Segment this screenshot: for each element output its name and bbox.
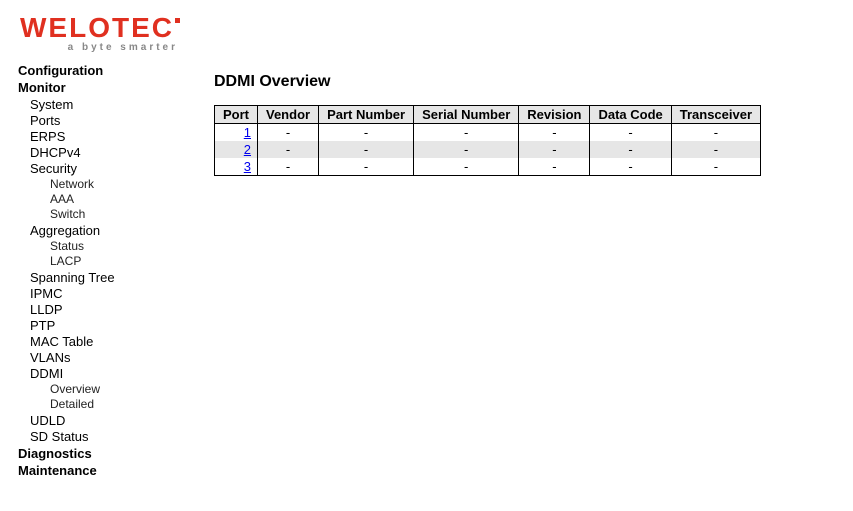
cell-data-code: - — [590, 158, 671, 176]
sidebar-item-lldp[interactable]: LLDP — [30, 302, 172, 317]
sidebar-item-ptp[interactable]: PTP — [30, 318, 172, 333]
cell-data-code: - — [590, 124, 671, 142]
sidebar-item-ports[interactable]: Ports — [30, 113, 172, 128]
cell-vendor: - — [258, 141, 319, 158]
cell-serial-number: - — [414, 124, 519, 142]
sidebar-item-udld[interactable]: UDLD — [30, 413, 172, 428]
cell-revision: - — [519, 141, 590, 158]
col-part-number: Part Number — [319, 106, 414, 124]
col-port: Port — [215, 106, 258, 124]
sidebar-item-dhcpv4[interactable]: DHCPv4 — [30, 145, 172, 160]
logo-text: WELOTEC a byte smarter — [20, 12, 180, 53]
cell-transceiver: - — [671, 158, 760, 176]
cell-vendor: - — [258, 124, 319, 142]
sidebar-item-mac-table[interactable]: MAC Table — [30, 334, 172, 349]
col-transceiver: Transceiver — [671, 106, 760, 124]
cell-part-number: - — [319, 158, 414, 176]
cell-revision: - — [519, 158, 590, 176]
col-serial-number: Serial Number — [414, 106, 519, 124]
main-content: DDMI Overview Port Vendor Part Number Se… — [180, 57, 853, 196]
sidebar-item-ddmi-overview[interactable]: Overview — [50, 382, 172, 396]
sidebar-item-security[interactable]: Security — [30, 161, 172, 176]
cell-revision: - — [519, 124, 590, 142]
cell-part-number: - — [319, 124, 414, 142]
cell-serial-number: - — [414, 141, 519, 158]
logo-area: WELOTEC a byte smarter — [0, 0, 853, 57]
port-link[interactable]: 2 — [244, 142, 251, 157]
sidebar-item-ipmc[interactable]: IPMC — [30, 286, 172, 301]
sidebar-item-aggregation[interactable]: Aggregation — [30, 223, 172, 238]
col-vendor: Vendor — [258, 106, 319, 124]
sidebar-item-aggregation-lacp[interactable]: LACP — [50, 254, 172, 268]
table-row: 2 - - - - - - — [215, 141, 761, 158]
cell-vendor: - — [258, 158, 319, 176]
sidebar-item-security-aaa[interactable]: AAA — [50, 192, 172, 206]
sidebar-item-diagnostics[interactable]: Diagnostics — [18, 446, 172, 461]
cell-data-code: - — [590, 141, 671, 158]
col-revision: Revision — [519, 106, 590, 124]
sidebar-item-security-switch[interactable]: Switch — [50, 207, 172, 221]
page-title: DDMI Overview — [214, 73, 833, 91]
cell-transceiver: - — [671, 124, 760, 142]
sidebar: Configuration Monitor System Ports ERPS … — [0, 57, 180, 500]
col-data-code: Data Code — [590, 106, 671, 124]
table-row: 3 - - - - - - — [215, 158, 761, 176]
ddmi-table: Port Vendor Part Number Serial Number Re… — [214, 105, 761, 176]
port-link[interactable]: 1 — [244, 125, 251, 140]
logo-dot-icon — [175, 18, 180, 23]
cell-serial-number: - — [414, 158, 519, 176]
sidebar-item-erps[interactable]: ERPS — [30, 129, 172, 144]
sidebar-item-maintenance[interactable]: Maintenance — [18, 463, 172, 478]
sidebar-item-ddmi[interactable]: DDMI — [30, 366, 172, 381]
logo-main: WELOTEC — [20, 12, 174, 43]
sidebar-item-vlans[interactable]: VLANs — [30, 350, 172, 365]
sidebar-item-sd-status[interactable]: SD Status — [30, 429, 172, 444]
cell-transceiver: - — [671, 141, 760, 158]
table-row: 1 - - - - - - — [215, 124, 761, 142]
sidebar-item-monitor[interactable]: Monitor — [18, 80, 172, 95]
logo-tagline: a byte smarter — [20, 42, 180, 53]
sidebar-item-ddmi-detailed[interactable]: Detailed — [50, 397, 172, 411]
sidebar-item-aggregation-status[interactable]: Status — [50, 239, 172, 253]
sidebar-item-spanning-tree[interactable]: Spanning Tree — [30, 270, 172, 285]
sidebar-item-system[interactable]: System — [30, 97, 172, 112]
table-header-row: Port Vendor Part Number Serial Number Re… — [215, 106, 761, 124]
port-link[interactable]: 3 — [244, 159, 251, 174]
sidebar-item-security-network[interactable]: Network — [50, 177, 172, 191]
sidebar-item-configuration[interactable]: Configuration — [18, 63, 172, 78]
cell-part-number: - — [319, 141, 414, 158]
